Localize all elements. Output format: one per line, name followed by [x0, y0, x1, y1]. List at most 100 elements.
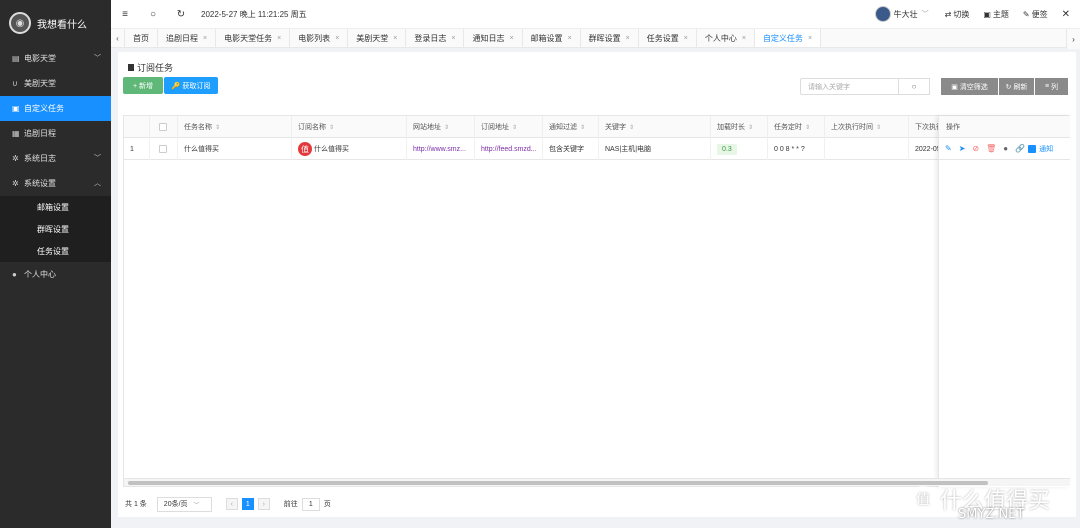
- search-input[interactable]: 请输入关键字: [800, 78, 899, 95]
- col-task-name[interactable]: 任务名称 ⇕: [178, 116, 292, 138]
- col-filter[interactable]: 通知过滤 ⇕: [543, 116, 599, 138]
- search-icon[interactable]: ○: [899, 78, 930, 95]
- close-icon[interactable]: ×: [393, 35, 397, 42]
- notify-label[interactable]: 通知: [1039, 144, 1053, 154]
- note-button[interactable]: ✎ 便签: [1023, 9, 1048, 20]
- sidebar-item-custom-task[interactable]: ▣ 自定义任务: [0, 96, 111, 121]
- close-icon[interactable]: ×: [509, 35, 513, 42]
- tab-notify-log[interactable]: 通知日志 ×: [464, 29, 523, 47]
- close-icon[interactable]: ×: [568, 35, 572, 42]
- columns-button[interactable]: ≡ 列: [1035, 78, 1068, 95]
- row-select-cell[interactable]: [150, 138, 178, 160]
- goto-input[interactable]: 1: [301, 497, 320, 511]
- row-checkbox[interactable]: [159, 145, 167, 153]
- page-size-select[interactable]: 20条/页 ﹀: [156, 496, 212, 512]
- tab-movie-list[interactable]: 电影列表 ×: [290, 29, 349, 47]
- next-page-button[interactable]: ›: [257, 498, 270, 510]
- tab-label: 电影列表: [298, 33, 331, 43]
- col-cron[interactable]: 任务定时 ⇕: [768, 116, 825, 138]
- user-name: 牛大壮: [893, 9, 918, 19]
- tab-email-settings[interactable]: 邮箱设置 ×: [523, 29, 581, 47]
- fullscreen-icon[interactable]: ✕: [1062, 9, 1070, 20]
- tab-label: 个人中心: [704, 33, 737, 43]
- col-site-url[interactable]: 网站地址 ⇕: [407, 116, 475, 138]
- cell-site-url[interactable]: http://www.smz...: [407, 138, 475, 160]
- close-icon[interactable]: ×: [742, 35, 746, 42]
- refresh-button[interactable]: ↻ 刷新: [999, 78, 1034, 95]
- notify-checkbox[interactable]: [1028, 144, 1037, 153]
- col-keywords[interactable]: 关键字 ⇕: [599, 116, 711, 138]
- tab-scroll-left-icon[interactable]: ‹: [111, 29, 125, 47]
- chevron-down-icon: ﹀: [94, 55, 101, 62]
- sidebar-subitem-email[interactable]: 邮箱设置: [0, 196, 111, 218]
- sidebar-item-schedule[interactable]: ▦ 追剧日程: [0, 121, 111, 146]
- edit-icon[interactable]: ✎: [945, 144, 952, 153]
- delete-icon[interactable]: 🗑: [986, 144, 996, 153]
- col-feed-url[interactable]: 订阅地址 ⇕: [475, 116, 543, 138]
- refresh-icon[interactable]: ↻: [167, 9, 195, 20]
- trash-icon: ▣: [951, 83, 958, 91]
- fetch-subscription-button[interactable]: 🔑 获取订阅: [164, 77, 218, 94]
- add-button[interactable]: + 新增: [123, 77, 163, 94]
- file-icon: ▤: [12, 54, 20, 63]
- scrollbar-thumb[interactable]: [128, 481, 988, 485]
- tab-task-settings[interactable]: 任务设置 ×: [639, 29, 697, 47]
- sidebar-subitem-task[interactable]: 任务设置: [0, 240, 111, 262]
- close-icon[interactable]: ×: [335, 35, 339, 42]
- tab-schedule[interactable]: 追剧日程 ×: [158, 29, 217, 47]
- book-icon: [128, 64, 134, 71]
- close-icon[interactable]: ×: [451, 35, 455, 42]
- close-icon[interactable]: ×: [203, 35, 207, 42]
- tab-scroll-right-icon[interactable]: ›: [1066, 29, 1080, 49]
- top-header: ≡ ○ ↻ 2022-5-27 晚上 11:21:25 周五 牛大壮 ﹀ ⇄ 切换…: [111, 0, 1080, 28]
- tab-synology-settings[interactable]: 群晖设置 ×: [581, 29, 639, 47]
- theme-button[interactable]: ▣ 主题: [983, 9, 1009, 20]
- send-icon[interactable]: ➤: [959, 144, 966, 153]
- tab-profile[interactable]: 个人中心 ×: [697, 29, 755, 47]
- close-icon[interactable]: ×: [808, 35, 812, 42]
- sidebar-item-system-log[interactable]: ✲ 系统日志 ﹀: [0, 146, 111, 171]
- sort-icon: ⇕: [876, 124, 882, 131]
- cell-feed-url[interactable]: http://feed.smzd...: [475, 138, 543, 160]
- col-select-header[interactable]: [150, 116, 178, 138]
- col-sub-name[interactable]: 订阅名称 ⇕: [292, 116, 407, 138]
- tab-login-log[interactable]: 登录日志 ×: [406, 29, 465, 47]
- sidebar-item-label: 系统设置: [24, 179, 56, 188]
- watermark-logo-icon: 值: [910, 486, 936, 512]
- menu-toggle-icon[interactable]: ≡: [111, 9, 139, 20]
- link-icon[interactable]: 🔗: [1015, 144, 1025, 153]
- tab-label: 通知日志: [472, 33, 505, 43]
- sidebar-item-us-drama[interactable]: ∪ 美剧天堂: [0, 71, 111, 96]
- user-menu[interactable]: 牛大壮 ﹀: [874, 6, 929, 22]
- note-label: 便签: [1031, 9, 1048, 19]
- switch-button[interactable]: ⇄ 切换: [945, 9, 970, 20]
- sidebar-item-system-settings[interactable]: ✲ 系统设置 ︿: [0, 171, 111, 196]
- close-icon[interactable]: ×: [684, 35, 688, 42]
- logo[interactable]: ◉ 我想看什么: [0, 0, 111, 46]
- select-all-checkbox[interactable]: [159, 123, 167, 131]
- sidebar-subitem-synology[interactable]: 群晖设置: [0, 218, 111, 240]
- tab-custom-task[interactable]: 自定义任务 ×: [754, 29, 822, 47]
- columns-icon: ≡: [1044, 83, 1050, 90]
- tab-home[interactable]: 首页: [125, 29, 158, 47]
- col-load-time[interactable]: 加载时长 ⇕: [711, 116, 768, 138]
- search-icon[interactable]: ○: [139, 9, 167, 20]
- info-icon[interactable]: ●: [1003, 144, 1008, 153]
- close-icon[interactable]: ×: [277, 35, 281, 42]
- tab-movie-task[interactable]: 电影天堂任务 ×: [216, 29, 291, 47]
- sidebar-item-movie-heaven[interactable]: ▤ 电影天堂 ﹀: [0, 46, 111, 71]
- col-next-run[interactable]: 下次执行: [909, 116, 939, 138]
- prev-page-button[interactable]: ‹: [225, 498, 238, 510]
- current-page[interactable]: 1: [241, 498, 254, 510]
- sidebar-item-profile[interactable]: ● 个人中心: [0, 262, 111, 287]
- tab-us-drama[interactable]: 美剧天堂 ×: [348, 29, 407, 47]
- col-last-run[interactable]: 上次执行时间 ⇕: [825, 116, 909, 138]
- table-row[interactable]: 1 什么值得买 值什么值得买 http://www.smz... http://…: [124, 138, 1070, 160]
- cell-sub-name: 值什么值得买: [292, 138, 407, 160]
- cell-cron: 0 0 8 * * ?: [768, 138, 825, 160]
- clear-filter-button[interactable]: ▣ 清空筛选: [941, 78, 998, 95]
- close-icon[interactable]: ×: [626, 35, 630, 42]
- clear-filter-label: 清空筛选: [959, 83, 988, 91]
- goto-label: 前往: [283, 501, 298, 508]
- stop-icon[interactable]: ⊘: [972, 144, 979, 153]
